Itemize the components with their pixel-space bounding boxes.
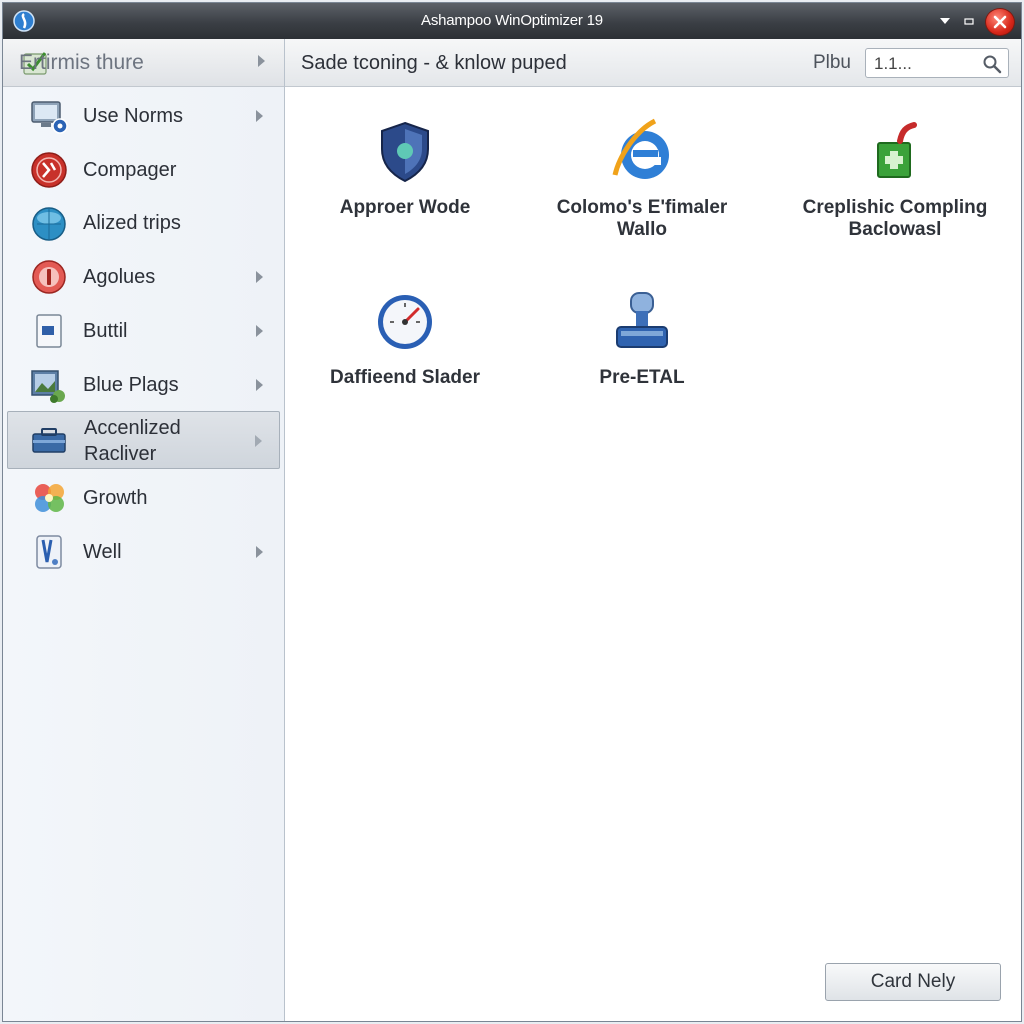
sidebar-item-label-line1: Accenlized bbox=[84, 417, 181, 439]
sidebar: Ertirmis thure Use Norms Compager Alized… bbox=[3, 39, 285, 1021]
picture-icon bbox=[31, 370, 65, 403]
tile-label-line1: Pre-ETAL bbox=[599, 367, 685, 388]
window-menu-button[interactable] bbox=[933, 9, 957, 33]
tile-label: Creplishic Compling Baclowasl bbox=[775, 197, 1015, 241]
tile-daffieend-slader[interactable]: Daffieend Slader bbox=[285, 273, 525, 423]
package-icon bbox=[877, 122, 917, 178]
sidebar-item-label: Use Norms bbox=[83, 105, 184, 127]
sidebar-item-alized-trips[interactable]: Alized trips bbox=[7, 198, 280, 248]
tile-label-line2: Wallo bbox=[617, 219, 667, 240]
page-title: Sade tconing - & knlow puped bbox=[301, 52, 567, 74]
sidebar-item-blue-plags[interactable]: Blue Plags bbox=[7, 360, 280, 410]
sidebar-item-accenlized-racliver[interactable]: Accenlized Racliver bbox=[7, 411, 280, 469]
sidebar-item-use-norms[interactable]: Use Norms bbox=[7, 91, 280, 141]
tile-label: Daffieend Slader bbox=[285, 367, 525, 389]
sidebar-item-label: Blue Plags bbox=[83, 374, 179, 396]
sidebar-item-label: Well bbox=[83, 541, 122, 563]
restore-icon bbox=[964, 18, 974, 25]
sidebar-header-label: Ertirmis thure bbox=[19, 51, 144, 74]
chevron-right-icon bbox=[256, 54, 266, 68]
close-icon bbox=[993, 15, 1007, 29]
chevron-right-icon bbox=[254, 545, 264, 559]
chevron-right-icon bbox=[254, 378, 264, 392]
sidebar-item-compager[interactable]: Compager bbox=[7, 145, 280, 195]
main-content: Approer Wode Colomo's E'fimaler Wallo Cr… bbox=[285, 87, 1021, 1021]
gauge-icon bbox=[378, 295, 432, 349]
red-badge-icon bbox=[31, 152, 67, 188]
tile-label-line1: Colomo's E'fimaler bbox=[556, 197, 728, 218]
chevron-right-icon bbox=[254, 109, 264, 123]
sidebar-item-label-line2: Racliver bbox=[84, 443, 157, 465]
usb-drive-icon bbox=[616, 292, 668, 348]
tile-label-line1: Approer Wode bbox=[339, 197, 471, 218]
chevron-right-icon bbox=[253, 434, 263, 448]
window-title: Ashampoo WinOptimizer 19 bbox=[421, 12, 603, 29]
tile-label: Approer Wode bbox=[285, 197, 525, 219]
toolbox-icon bbox=[32, 428, 66, 453]
chevron-right-icon bbox=[254, 324, 264, 338]
sidebar-item-well[interactable]: Well bbox=[7, 527, 280, 577]
sidebar-header[interactable]: Ertirmis thure bbox=[3, 39, 284, 87]
caret-down-icon bbox=[940, 18, 950, 24]
app-window: Ashampoo WinOptimizer 19 Ertirmis thure bbox=[2, 2, 1022, 1022]
tile-creplishic-compling-baclowasl[interactable]: Creplishic Compling Baclowasl bbox=[775, 103, 1015, 253]
document-icon bbox=[36, 314, 62, 348]
search-icon[interactable] bbox=[982, 54, 1002, 74]
sidebar-item-label: Accenlized Racliver bbox=[84, 415, 181, 467]
red-circle-icon bbox=[32, 260, 66, 294]
tile-label: Colomo's E'fimaler Wallo bbox=[522, 197, 762, 241]
sidebar-item-label: Buttil bbox=[83, 320, 128, 342]
tile-pre-etal[interactable]: Pre-ETAL bbox=[522, 273, 762, 423]
flower-icon bbox=[35, 484, 64, 512]
sidebar-item-buttil[interactable]: Buttil bbox=[7, 306, 280, 356]
tile-label-line1: Daffieend Slader bbox=[330, 367, 480, 388]
sidebar-item-label: Growth bbox=[83, 487, 148, 509]
sidebar-item-label: Alized trips bbox=[83, 212, 181, 234]
tile-label: Pre-ETAL bbox=[522, 367, 762, 389]
tile-label-line2: Baclowasl bbox=[848, 219, 942, 240]
title-bar[interactable]: Ashampoo WinOptimizer 19 bbox=[3, 3, 1021, 39]
sidebar-item-agolues[interactable]: Agolues bbox=[7, 252, 280, 302]
browser-e-icon bbox=[612, 118, 669, 179]
search-box[interactable] bbox=[865, 48, 1009, 78]
sidebar-item-label: Compager bbox=[83, 159, 177, 181]
footer-action-button[interactable]: Card Nely bbox=[825, 963, 1001, 1001]
search-input[interactable] bbox=[872, 52, 976, 76]
shield-icon bbox=[381, 121, 429, 183]
close-button[interactable] bbox=[985, 8, 1015, 36]
tile-colomos-efimaler-wallo[interactable]: Colomo's E'fimaler Wallo bbox=[522, 103, 762, 253]
tile-approer-wode[interactable]: Approer Wode bbox=[285, 103, 525, 253]
main-header: Sade tconing - & knlow puped Plbu bbox=[285, 39, 1021, 87]
pen-icon bbox=[36, 535, 62, 569]
chevron-right-icon bbox=[254, 270, 264, 284]
restore-button[interactable] bbox=[957, 9, 981, 33]
tile-label-line1: Creplishic Compling bbox=[802, 197, 988, 218]
sidebar-item-growth[interactable]: Growth bbox=[7, 473, 280, 523]
sidebar-item-label: Agolues bbox=[83, 266, 156, 288]
search-label: Plbu bbox=[812, 52, 851, 73]
monitor-icon bbox=[31, 101, 68, 134]
globe-icon bbox=[32, 207, 66, 241]
